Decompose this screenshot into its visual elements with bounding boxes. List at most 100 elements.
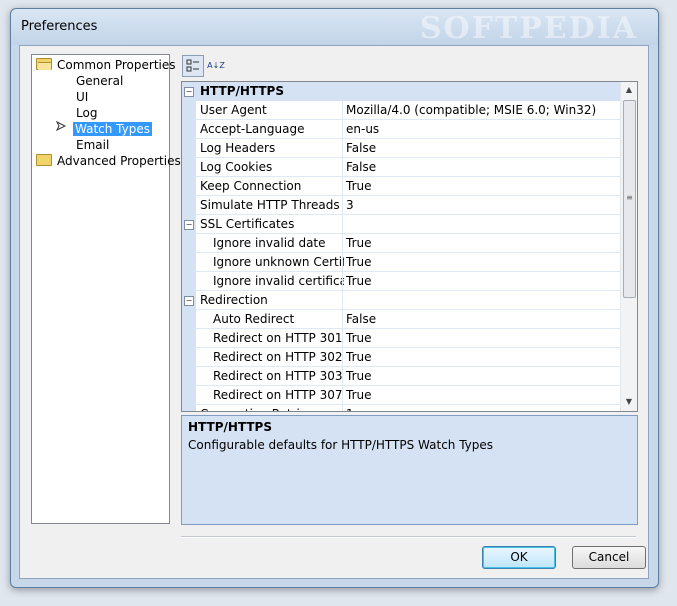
property-category[interactable]: − HTTP/HTTPS	[182, 82, 620, 101]
property-name: Accept-Language	[196, 120, 344, 139]
scroll-down-icon[interactable]: ▼	[621, 394, 637, 410]
tree-item-ui[interactable]: UI	[76, 89, 88, 105]
cancel-button[interactable]: Cancel	[572, 546, 646, 569]
row-gutter	[182, 177, 196, 196]
watermark: SOFTPEDIA	[419, 11, 638, 46]
tree-item-label: Advanced Properties	[57, 154, 181, 168]
property-category[interactable]: − SSL Certificates	[182, 215, 621, 234]
row-gutter	[182, 272, 196, 291]
dialog-client-area: Common Properties General UI Log Watch T…	[19, 45, 649, 579]
category-label: Redirection	[196, 291, 344, 310]
property-row[interactable]: Keep Connection True	[182, 177, 624, 196]
property-value[interactable]: 1	[342, 405, 624, 411]
description-pane: HTTP/HTTPS Configurable defaults for HTT…	[181, 415, 638, 525]
row-gutter	[182, 158, 196, 177]
property-grid: − HTTP/HTTPS User Agent Mozilla/4.0 (compat…	[181, 81, 638, 412]
collapse-icon[interactable]: −	[184, 87, 194, 97]
tree-item-advanced-properties[interactable]: Advanced Properties	[36, 153, 181, 169]
row-gutter	[182, 405, 196, 411]
tree-item-label: UI	[76, 90, 89, 104]
category-label: HTTP/HTTPS	[200, 84, 284, 98]
property-name: Auto Redirect	[196, 310, 344, 329]
tree-item-label: General	[76, 74, 124, 88]
tree-item-watch-types[interactable]: Watch Types	[73, 121, 152, 137]
categorized-icon	[186, 59, 199, 72]
property-row[interactable]: Log Headers False	[182, 139, 624, 158]
scroll-up-icon[interactable]: ▲	[621, 82, 637, 98]
description-title: HTTP/HTTPS	[188, 420, 272, 434]
property-row[interactable]: Connection Retries1	[182, 405, 620, 411]
property-value[interactable]: False	[342, 158, 624, 177]
property-row[interactable]: User Agent Mozilla/4.0 (compatible; MSIE …	[182, 101, 624, 120]
row-gutter: −	[182, 215, 196, 234]
category-value-cell	[342, 215, 621, 234]
tree-item-label: Watch Types	[73, 122, 152, 136]
property-row[interactable]: Log Cookies False	[182, 158, 624, 177]
categorized-view-button[interactable]	[182, 55, 204, 77]
property-value[interactable]: True	[342, 234, 624, 253]
property-name: User Agent	[196, 101, 344, 120]
preferences-tree: Common Properties General UI Log Watch T…	[31, 54, 181, 524]
row-gutter	[182, 367, 196, 386]
property-value[interactable]: True	[342, 348, 624, 367]
grip-icon: ≡	[626, 193, 633, 202]
collapse-icon[interactable]: −	[184, 220, 194, 230]
row-gutter	[182, 196, 196, 215]
property-row[interactable]: Simulate HTTP Threads 3	[182, 196, 624, 215]
property-name: Redirect on HTTP 303	[196, 367, 344, 386]
property-row[interactable]: Redirect on HTTP 303 True	[182, 367, 624, 386]
property-name: Redirect on HTTP 302	[196, 348, 344, 367]
property-value[interactable]: True	[342, 329, 624, 348]
category-label: SSL Certificates	[196, 215, 344, 234]
folder-open-icon	[36, 58, 52, 70]
collapse-icon[interactable]: −	[184, 296, 194, 306]
property-value[interactable]: en-us	[342, 120, 624, 139]
property-row[interactable]: Redirect on HTTP 301 True	[182, 329, 624, 348]
row-gutter	[182, 386, 196, 405]
row-gutter: −	[182, 82, 196, 101]
property-name: Connection Retries	[196, 405, 344, 411]
property-value[interactable]: True	[342, 253, 624, 272]
sort-az-icon: A↓Z	[207, 61, 225, 70]
property-value[interactable]: 3	[342, 196, 624, 215]
property-value[interactable]: True	[342, 367, 624, 386]
row-gutter	[182, 310, 196, 329]
tree-item-email[interactable]: Email	[76, 137, 109, 153]
tree-item-general[interactable]: General	[76, 73, 123, 89]
tree-item-common-properties[interactable]: Common Properties	[36, 57, 176, 73]
property-name: Log Cookies	[196, 158, 344, 177]
property-name: Redirect on HTTP 307	[196, 386, 344, 405]
property-category[interactable]: − Redirection	[182, 291, 621, 310]
scrollbar-thumb[interactable]: ≡	[623, 100, 636, 298]
property-row[interactable]: Ignore invalid certificateTrue	[182, 272, 624, 291]
preferences-window: Preferences SOFTPEDIA Common Properties …	[10, 8, 659, 588]
property-value[interactable]: Mozilla/4.0 (compatible; MSIE 6.0; Win32…	[342, 101, 624, 120]
property-value[interactable]: True	[342, 272, 624, 291]
property-name: Ignore invalid certificate	[196, 272, 344, 291]
ok-button[interactable]: OK	[482, 546, 556, 569]
folder-icon	[36, 154, 52, 166]
category-value-cell	[342, 291, 621, 310]
property-value[interactable]: False	[342, 310, 624, 329]
property-value[interactable]: True	[342, 386, 624, 405]
property-row[interactable]: Auto Redirect False	[182, 310, 624, 329]
property-row[interactable]: Ignore unknown Certific True	[182, 253, 624, 272]
property-name: Log Headers	[196, 139, 344, 158]
row-gutter	[182, 348, 196, 367]
property-value[interactable]: True	[342, 177, 624, 196]
property-value[interactable]: False	[342, 139, 624, 158]
tree-item-log[interactable]: Log	[76, 105, 97, 121]
alphabetical-view-button[interactable]: A↓Z	[205, 55, 227, 77]
tree-item-label: Log	[76, 106, 98, 120]
title-bar[interactable]: Preferences SOFTPEDIA	[11, 9, 658, 46]
tree-item-label: Common Properties	[57, 58, 176, 72]
property-name: Redirect on HTTP 301	[196, 329, 344, 348]
row-gutter: −	[182, 291, 196, 310]
property-row[interactable]: Accept-Language en-us	[182, 120, 624, 139]
property-row[interactable]: Redirect on HTTP 302 True	[182, 348, 624, 367]
window-title: Preferences	[21, 19, 98, 34]
description-text: Configurable defaults for HTTP/HTTPS Wat…	[188, 438, 494, 452]
vertical-scrollbar[interactable]: ▲ ≡ ▼	[620, 82, 637, 411]
property-row[interactable]: Redirect on HTTP 307 True	[182, 386, 624, 405]
property-row[interactable]: Ignore invalid date True	[182, 234, 624, 253]
